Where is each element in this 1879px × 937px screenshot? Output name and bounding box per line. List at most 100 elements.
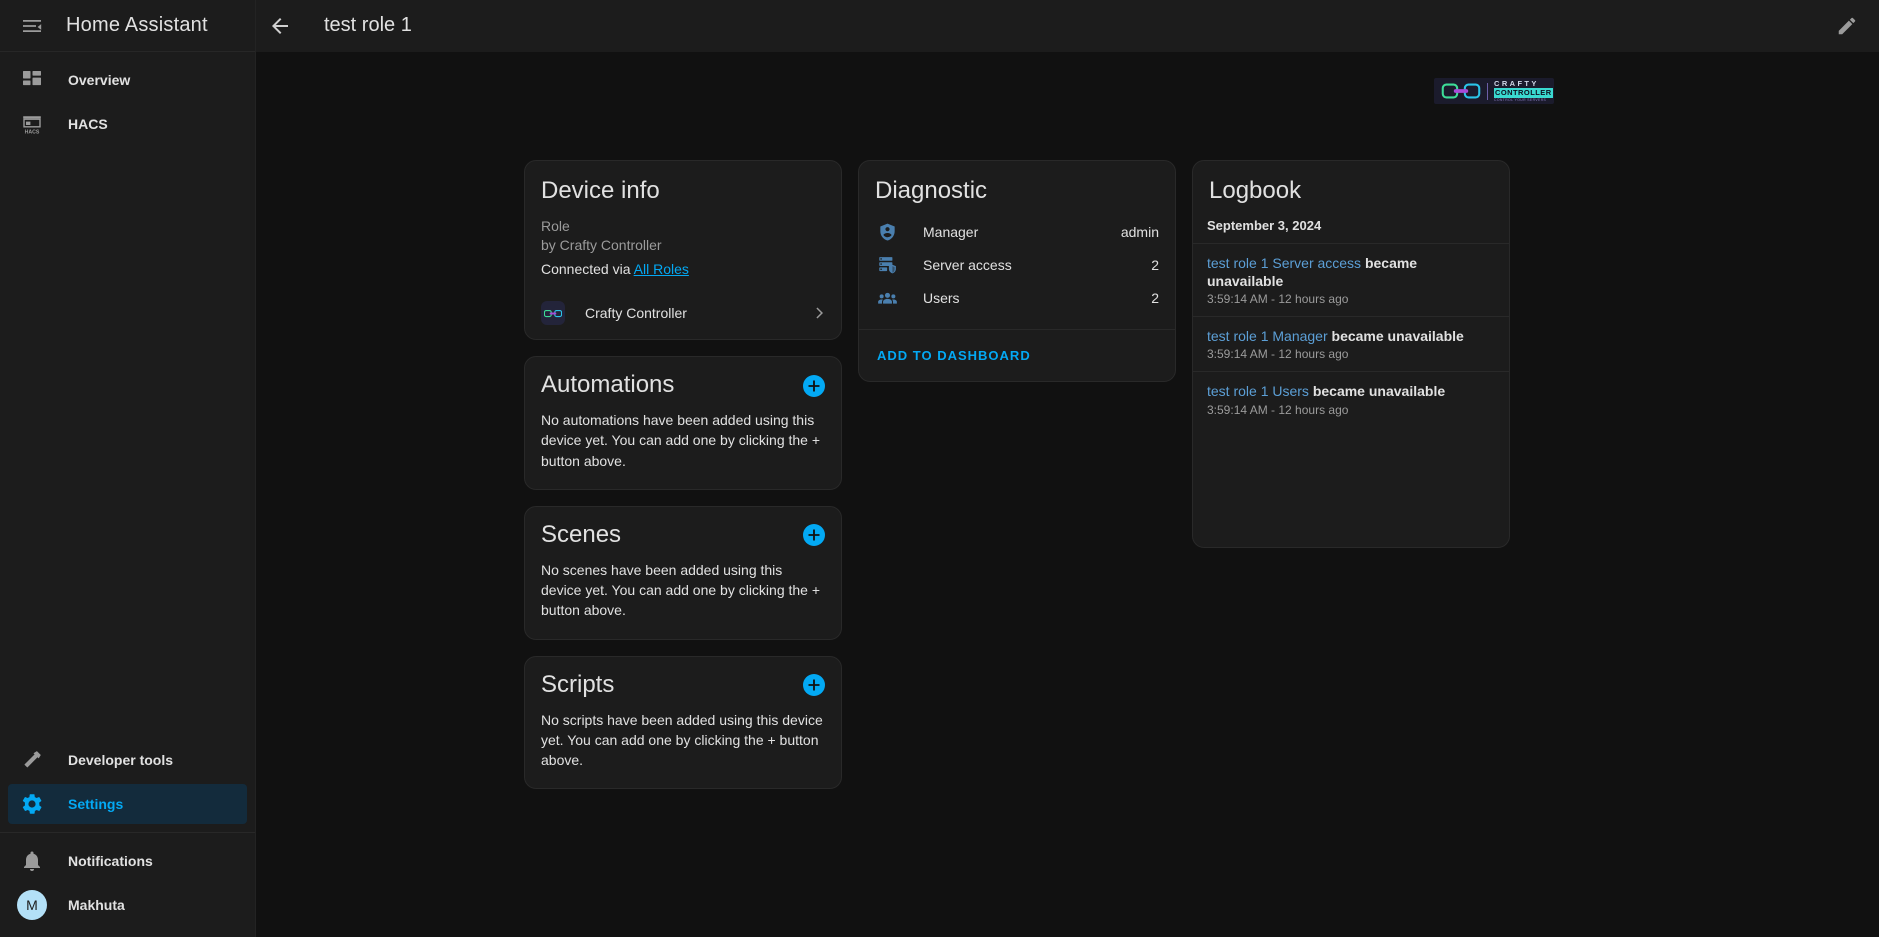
device-page-content: CRAFTY CONTROLLER CONTROL YOUR SERVERS D…	[256, 52, 1879, 937]
logbook-entity-link[interactable]: test role 1 Server access	[1207, 255, 1361, 271]
add-script-button[interactable]	[803, 674, 825, 697]
crafty-controller-icon	[541, 301, 565, 326]
logbook-title: Logbook	[1209, 177, 1302, 204]
sidebar-item-notifications[interactable]: Notifications	[8, 841, 247, 881]
logbook-entity-link[interactable]: test role 1 Users	[1207, 383, 1309, 399]
device-info-card: Device info Role by Crafty Controller Co…	[524, 160, 842, 341]
connected-via-link[interactable]: All Roles	[634, 261, 689, 277]
scenes-header: Scenes	[525, 507, 841, 550]
sidebar-item-label: Makhuta	[68, 897, 125, 913]
hammer-icon	[12, 740, 52, 780]
pencil-icon	[1836, 15, 1858, 37]
sidebar-item-label: Overview	[68, 72, 131, 88]
sidebar-divider	[0, 832, 255, 833]
sidebar-item-developer-tools[interactable]: Developer tools	[8, 740, 247, 780]
shield-account-icon	[875, 220, 899, 244]
scripts-card: Scripts No scripts have been added using…	[524, 655, 842, 790]
logbook-entry-text: test role 1 Users became unavailable	[1207, 382, 1495, 400]
scripts-title: Scripts	[541, 670, 615, 698]
column-middle: Diagnostic Manager admin Server access 2…	[858, 160, 1176, 789]
sidebar-tools-group: Developer tools Settings	[0, 736, 255, 828]
app-root: Home Assistant Overview HACS HACS Develo…	[0, 0, 1879, 937]
integration-name: Crafty Controller	[585, 305, 687, 322]
sidebar-nav: Overview HACS HACS	[0, 52, 255, 148]
diagnostic-card: Diagnostic Manager admin Server access 2…	[858, 160, 1176, 382]
sidebar-header: Home Assistant	[0, 0, 255, 52]
logbook-entry[interactable]: test role 1 Users became unavailable 3:5…	[1193, 371, 1509, 426]
device-connected-via: Connected via All Roles	[525, 255, 841, 277]
sidebar-title: Home Assistant	[66, 14, 208, 36]
svg-text:HACS: HACS	[25, 129, 40, 135]
logbook-entry-text: test role 1 Manager became unavailable	[1207, 327, 1495, 345]
add-scene-button[interactable]	[803, 524, 825, 547]
sidebar: Home Assistant Overview HACS HACS Develo…	[0, 0, 256, 937]
sidebar-item-label: Notifications	[68, 853, 153, 869]
server-security-icon	[875, 253, 899, 277]
crafty-controller-logo: CRAFTY CONTROLLER CONTROL YOUR SERVERS	[1434, 78, 1554, 104]
logbook-date-header: September 3, 2024	[1207, 217, 1322, 233]
logbook-entry-time: 3:59:14 AM - 12 hours ago	[1207, 402, 1349, 417]
device-info-title: Device info	[541, 177, 660, 204]
sidebar-item-user-profile[interactable]: M Makhuta	[8, 885, 247, 925]
sidebar-item-label: Settings	[68, 796, 124, 812]
plus-circle-icon	[808, 380, 820, 392]
logbook-entry[interactable]: test role 1 Manager became unavailable 3…	[1193, 316, 1509, 371]
crafty-link-mark-icon	[1441, 83, 1481, 99]
diagnostic-name: Users	[923, 290, 960, 307]
bell-icon	[12, 841, 52, 881]
diagnostic-name: Manager	[923, 224, 979, 241]
menu-collapse-icon[interactable]	[8, 2, 56, 50]
diagnostic-title: Diagnostic	[875, 177, 988, 204]
logo-line-1: CRAFTY	[1494, 78, 1539, 88]
top-app-bar: test role 1	[256, 0, 1879, 52]
scenes-card: Scenes No scenes have been added using t…	[524, 506, 842, 640]
sidebar-item-hacs[interactable]: HACS HACS	[8, 104, 247, 144]
account-group-icon	[875, 286, 899, 310]
logbook-entry[interactable]: test role 1 Server access became unavail…	[1193, 242, 1509, 316]
diagnostic-row[interactable]: Server access 2	[875, 249, 1159, 282]
connected-via-label: Connected via	[541, 261, 631, 278]
column-right: Logbook September 3, 2024 test role 1 Se…	[1192, 160, 1510, 789]
sidebar-item-settings[interactable]: Settings	[8, 784, 247, 824]
scenes-title: Scenes	[541, 521, 622, 549]
logbook-entry-time: 3:59:14 AM - 12 hours ago	[1207, 292, 1349, 307]
edit-device-button[interactable]	[1823, 2, 1871, 50]
logo-wordmark: CRAFTY CONTROLLER CONTROL YOUR SERVERS	[1494, 80, 1553, 103]
automations-empty-text: No automations have been added using thi…	[541, 412, 821, 469]
sidebar-item-label: HACS	[68, 116, 108, 132]
scenes-empty-text: No scenes have been added using this dev…	[541, 561, 821, 619]
cog-icon	[12, 784, 52, 824]
device-model: Role	[541, 217, 570, 234]
main-area: test role 1 CRAFTY CONTROLLER CONTROL YO…	[256, 0, 1879, 937]
add-to-dashboard-button[interactable]: ADD TO DASHBOARD	[867, 340, 1041, 371]
automations-header: Automations	[525, 357, 841, 400]
logo-line-3: CONTROL YOUR SERVERS	[1494, 98, 1547, 103]
arrow-left-icon	[268, 14, 292, 38]
device-info-meta: Role by Crafty Controller	[525, 206, 841, 254]
sidebar-item-overview[interactable]: Overview	[8, 60, 247, 100]
chevron-right-icon	[811, 304, 829, 322]
back-button[interactable]	[256, 2, 304, 50]
diagnostic-row[interactable]: Manager admin	[875, 216, 1159, 249]
automations-card: Automations No automations have been add…	[524, 356, 842, 491]
device-manufacturer: by Crafty Controller	[541, 236, 662, 253]
integration-row[interactable]: Crafty Controller	[525, 293, 841, 339]
diagnostic-row[interactable]: Users 2	[875, 282, 1159, 315]
logbook-entity-link[interactable]: test role 1 Manager	[1207, 328, 1328, 344]
diagnostic-card-actions: ADD TO DASHBOARD	[859, 328, 1175, 381]
logbook-entry-state: became unavailable	[1312, 383, 1446, 400]
plus-circle-icon	[808, 529, 820, 541]
hacs-store-icon: HACS	[12, 104, 52, 144]
logo-separator	[1487, 82, 1488, 100]
logbook-entry-state: became unavailable	[1331, 328, 1464, 345]
plus-circle-icon	[808, 679, 820, 691]
scripts-empty-text: No scripts have been added using this de…	[541, 711, 823, 769]
logbook-entry-time: 3:59:14 AM - 12 hours ago	[1207, 347, 1349, 362]
column-left: Device info Role by Crafty Controller Co…	[524, 160, 842, 790]
device-cards-grid: Device info Role by Crafty Controller Co…	[524, 160, 1510, 790]
diagnostic-value: admin	[1120, 224, 1159, 241]
automations-title: Automations	[541, 371, 675, 399]
add-automation-button[interactable]	[803, 374, 825, 397]
scripts-header: Scripts	[525, 657, 841, 700]
